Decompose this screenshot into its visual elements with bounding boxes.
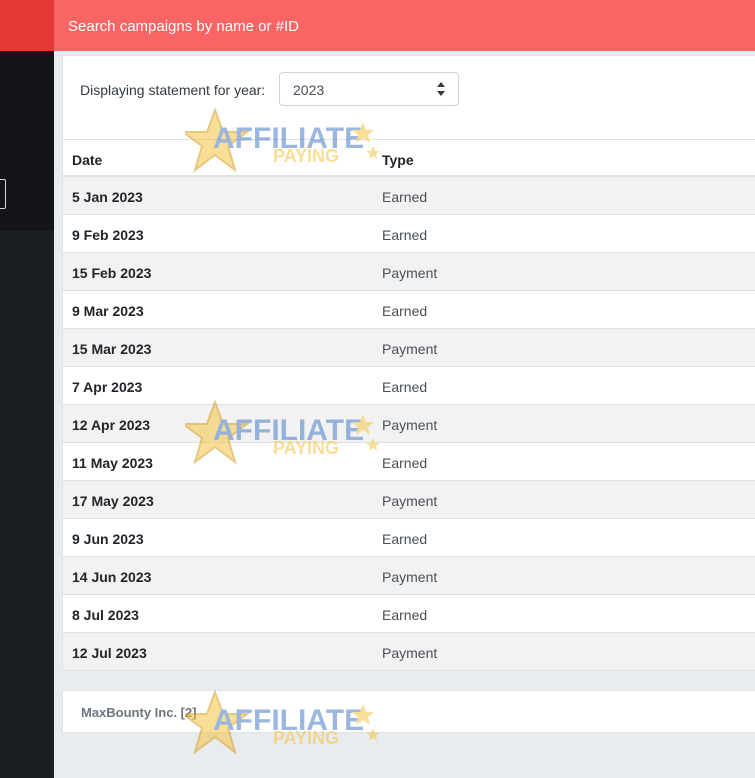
company-name: MaxBounty Inc. [2] [81,705,197,720]
row-type: Earned [382,455,428,471]
table-row: 15 Feb 2023 Payment [63,253,755,291]
table-row: 15 Mar 2023 Payment [63,329,755,367]
row-type: Payment [382,645,438,661]
year-filter-label: Displaying statement for year: [80,82,266,98]
row-date: 9 Jun 2023 [72,531,144,547]
table-header: Date Type [63,139,755,177]
row-date: 8 Jul 2023 [72,607,139,623]
row-type: Payment [382,417,438,433]
table-body: 5 Jan 2023 Earned 9 Feb 2023 Earned 15 Feb 2… [63,177,755,671]
row-type: Earned [382,303,428,319]
year-select[interactable]: 2023 [279,72,459,106]
sidebar [0,51,54,778]
row-type: Earned [382,607,428,623]
search-input[interactable] [68,13,668,39]
table-row: 12 Jul 2023 Payment [63,633,755,671]
table-row: 9 Mar 2023 Earned [63,291,755,329]
row-type: Earned [382,189,428,205]
row-date: 17 May 2023 [72,493,154,509]
row-type: Payment [382,341,438,357]
row-date: 9 Mar 2023 [72,303,144,319]
row-type: Earned [382,531,428,547]
row-date: 12 Jul 2023 [72,645,147,661]
sort-arrows-icon [437,82,445,96]
table-row: 14 Jun 2023 Payment [63,557,755,595]
row-type: Earned [382,379,428,395]
table-row: 8 Jul 2023 Earned [63,595,755,633]
table-row: 17 May 2023 Payment [63,481,755,519]
statement-card: Displaying statement for year: 2023 Date… [62,55,755,671]
row-date: 11 May 2023 [72,455,153,471]
row-date: 7 Apr 2023 [72,379,143,395]
top-header-bar [54,0,755,51]
column-header-type[interactable]: Type [382,152,414,168]
row-date: 14 Jun 2023 [72,569,152,585]
company-footer-card: MaxBounty Inc. [2] [62,690,755,733]
row-type: Earned [382,227,428,243]
table-row: 12 Apr 2023 Payment [63,405,755,443]
sidebar-top-section [0,51,54,231]
table-row: 11 May 2023 Earned [63,443,755,481]
table-row: 7 Apr 2023 Earned [63,367,755,405]
year-select-value: 2023 [293,82,325,98]
panel-toggle-icon[interactable] [0,179,6,209]
table-row: 5 Jan 2023 Earned [63,177,755,215]
year-filter-row: Displaying statement for year: 2023 [63,56,755,139]
row-date: 9 Feb 2023 [72,227,144,243]
statement-table: Date Type 5 Jan 2023 Earned 9 Feb 2023 Earn… [63,139,755,671]
row-type: Payment [382,493,438,509]
column-header-date[interactable]: Date [72,152,102,168]
row-type: Payment [382,569,438,585]
row-date: 5 Jan 2023 [72,189,143,205]
row-date: 12 Apr 2023 [72,417,151,433]
table-row: 9 Feb 2023 Earned [63,215,755,253]
row-date: 15 Mar 2023 [72,341,152,357]
table-row: 9 Jun 2023 Earned [63,519,755,557]
header-brand-block [0,0,54,51]
row-type: Payment [382,265,438,281]
row-date: 15 Feb 2023 [72,265,152,281]
